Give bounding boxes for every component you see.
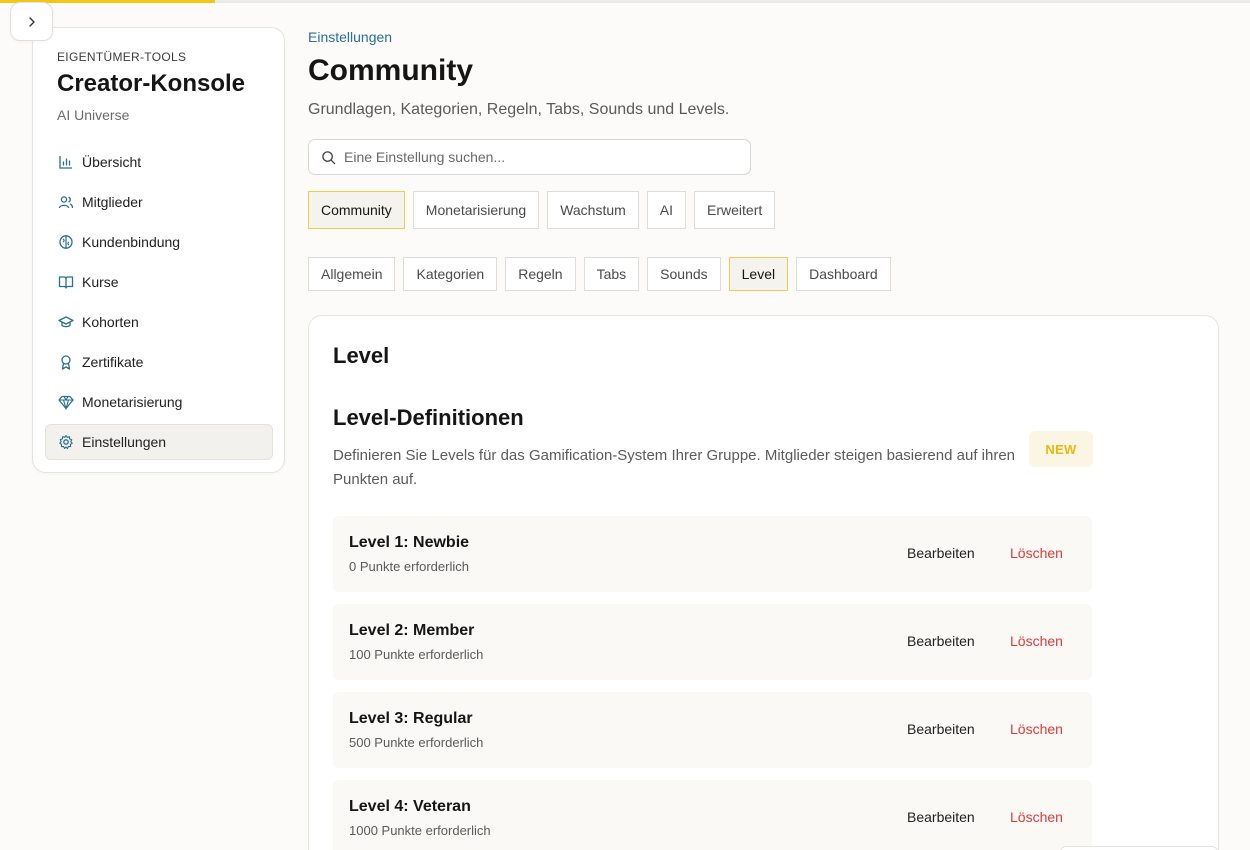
section-description: Definieren Sie Levels für das Gamificati… [333,447,1016,488]
list-item: Level 4: Veteran 1000 Punkte erforderlic… [333,780,1092,850]
search-input[interactable] [344,149,724,165]
level-points: 500 Punkte erforderlich [349,735,484,750]
level-name: Level 3: Regular [349,710,473,727]
delete-button[interactable]: Löschen [1010,721,1063,737]
edit-button[interactable]: Bearbeiten [907,721,975,737]
edit-button[interactable]: Bearbeiten [907,809,975,825]
tab-community[interactable]: Community [308,191,405,229]
card-title: Level [333,343,390,368]
sidebar-item-uebersicht[interactable]: Übersicht [45,144,273,180]
subtab-dashboard[interactable]: Dashboard [796,257,891,291]
category-tabs: Community Monetarisierung Wachstum AI Er… [308,191,783,229]
sidebar-item-monetarisierung[interactable]: Monetarisierung [45,384,273,420]
tab-erweitert[interactable]: Erweitert [694,191,776,229]
page-title: Community [308,54,473,87]
sidebar-title: Creator-Konsole [57,70,246,97]
tab-monetarisierung[interactable]: Monetarisierung [412,191,540,229]
bar-chart-icon [58,154,74,170]
sidebar-toggle-button[interactable] [10,2,53,41]
sidebar-item-label: Kohorten [82,314,139,330]
breadcrumb[interactable]: Einstellungen [308,29,392,45]
award-icon [58,354,74,370]
graduation-cap-icon [58,314,74,330]
book-icon [58,274,74,290]
delete-button[interactable]: Löschen [1010,809,1063,825]
subtab-sounds[interactable]: Sounds [647,257,721,291]
delete-button[interactable]: Löschen [1010,545,1063,561]
sidebar-item-label: Monetarisierung [82,394,183,410]
subtab-tabs[interactable]: Tabs [583,257,640,291]
edit-button[interactable]: Bearbeiten [907,633,975,649]
users-icon [58,194,74,210]
sidebar-item-mitglieder[interactable]: Mitglieder [45,184,273,220]
sidebar-nav: Übersicht Mitglieder Kundenbindung Kurse… [45,144,273,464]
sidebar-eyebrow: EIGENTÜMER-TOOLS [57,50,187,64]
level-points: 1000 Punkte erforderlich [349,823,491,838]
search-icon [322,150,336,164]
sidebar-item-label: Kundenbindung [82,234,181,250]
page-description: Grundlagen, Kategorien, Regeln, Tabs, So… [308,101,730,118]
sidebar-item-kundenbindung[interactable]: Kundenbindung [45,224,273,260]
subtab-level[interactable]: Level [728,257,789,291]
gear-icon [58,434,74,450]
sidebar-item-label: Mitglieder [82,194,143,210]
subtab-allgemein[interactable]: Allgemein [308,257,396,291]
subtab-regeln[interactable]: Regeln [505,257,576,291]
sidebar-item-label: Kurse [82,274,119,290]
level-points: 0 Punkte erforderlich [349,559,469,574]
brain-icon [58,234,74,250]
tab-wachstum[interactable]: Wachstum [547,191,639,229]
gem-icon [58,394,74,410]
delete-button[interactable]: Löschen [1010,633,1063,649]
level-name: Level 4: Veteran [349,798,471,815]
sidebar-item-label: Einstellungen [82,434,167,450]
sidebar-item-zertifikate[interactable]: Zertifikate [45,344,273,380]
floating-panel-edge [1060,846,1218,850]
subcategory-tabs: Allgemein Kategorien Regeln Tabs Sounds … [308,257,899,291]
chevron-right-icon [28,16,35,27]
new-badge: NEW [1029,431,1093,467]
list-item: Level 2: Member 100 Punkte erforderlich … [333,604,1092,680]
list-item: Level 1: Newbie 0 Punkte erforderlich Be… [333,516,1092,592]
list-item: Level 3: Regular 500 Punkte erforderlich… [333,692,1092,768]
level-name: Level 2: Member [349,622,475,639]
level-list: Level 1: Newbie 0 Punkte erforderlich Be… [333,516,1092,850]
sidebar-item-kurse[interactable]: Kurse [45,264,273,300]
sidebar-subtitle: AI Universe [57,107,130,123]
tab-ai[interactable]: AI [646,191,687,229]
sidebar-item-label: Zertifikate [82,354,144,370]
edit-button[interactable]: Bearbeiten [907,545,975,561]
level-settings-card: Level Level-Definitionen Definieren Sie … [308,315,1219,850]
section-title: Level-Definitionen [333,405,524,430]
settings-search [308,139,751,175]
level-points: 100 Punkte erforderlich [349,647,484,662]
level-name: Level 1: Newbie [349,534,470,551]
sidebar-item-kohorten[interactable]: Kohorten [45,304,273,340]
sidebar: EIGENTÜMER-TOOLS Creator-Konsole AI Univ… [32,27,285,473]
subtab-kategorien[interactable]: Kategorien [403,257,498,291]
sidebar-item-label: Übersicht [82,154,142,170]
sidebar-item-einstellungen[interactable]: Einstellungen [45,424,273,460]
